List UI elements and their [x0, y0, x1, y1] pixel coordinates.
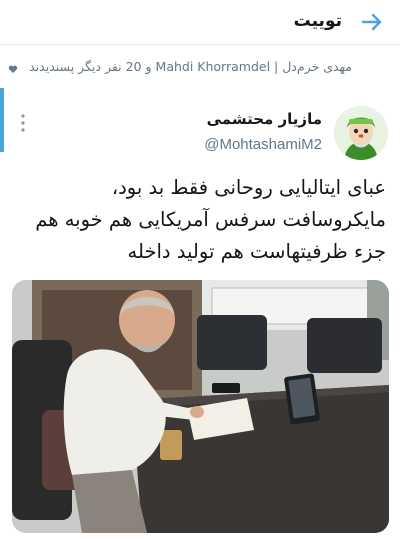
author-name[interactable]: مازیار محتشمی — [207, 110, 322, 128]
avatar[interactable] — [334, 106, 388, 160]
tweet-body: عبای ایتالیایی روحانی فقط بد بود، مایکرو… — [12, 172, 386, 268]
tweet-photo[interactable] — [12, 280, 389, 533]
heart-icon — [8, 65, 18, 73]
tweet-line: جزء ظرفیتهاست هم تولید داخله — [127, 240, 386, 263]
arrow-right-icon[interactable] — [360, 10, 384, 34]
author-handle[interactable]: @MohtashamiM2 — [204, 136, 322, 153]
social-context-text[interactable]: مهدی خرم‌دل | Mahdi Khorramdel و 20 نفر … — [22, 58, 352, 76]
tweet-line: عبای ایتالیایی روحانی فقط بد بود، — [111, 176, 386, 199]
top-bar: توییت — [0, 0, 400, 45]
avatar-illustration — [334, 106, 388, 160]
more-options-icon[interactable] — [16, 112, 30, 134]
page-title: توییت — [293, 11, 342, 31]
focus-indicator — [0, 88, 4, 152]
office-photo-illustration — [12, 280, 389, 533]
tweet-line: مایکروسافت سرفس آمریکایی هم خوبه هم — [35, 208, 386, 231]
